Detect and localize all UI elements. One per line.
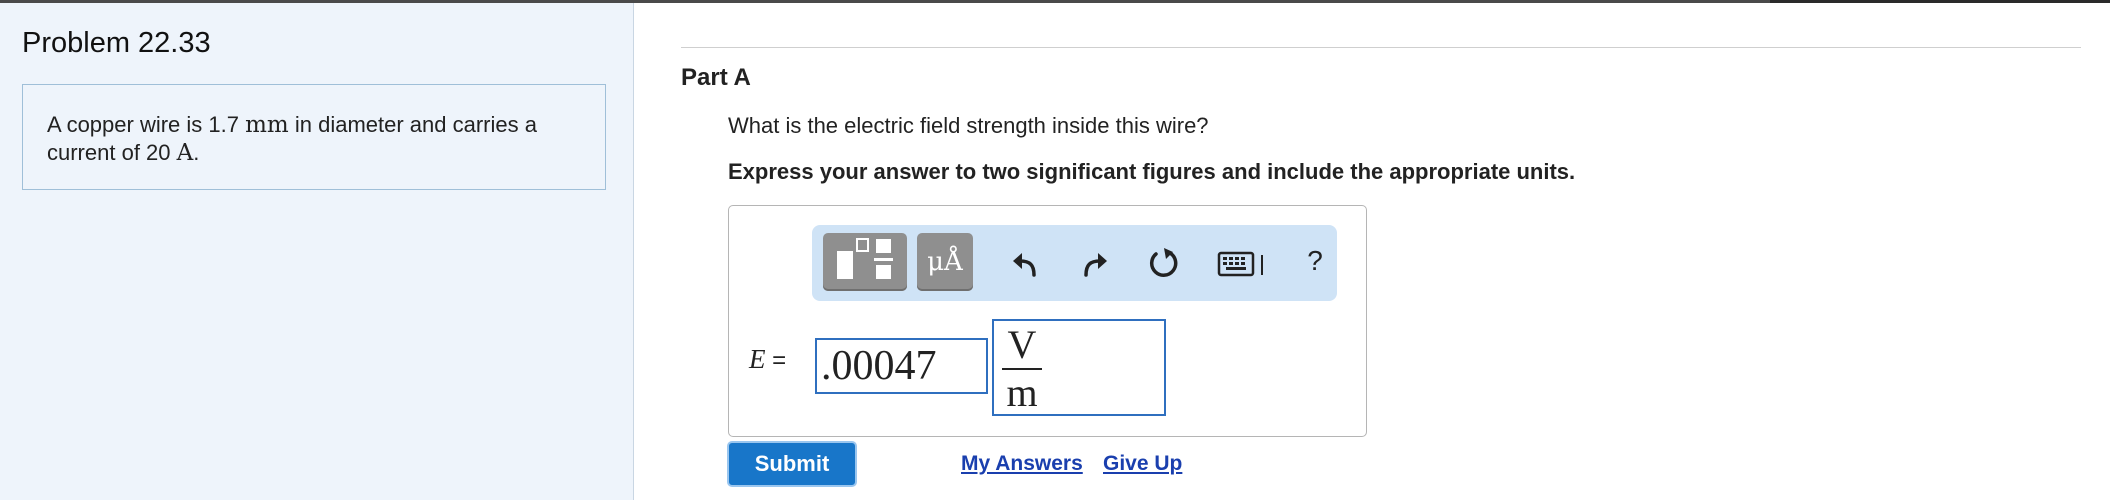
keyboard-icon[interactable] <box>1217 245 1269 281</box>
answer-box: μÅ ? E = .00047 V m <box>728 205 1367 437</box>
equals-sign: = <box>765 347 787 374</box>
templates-icon <box>837 238 893 279</box>
units-icon: μÅ <box>927 247 963 277</box>
equation-label: E = <box>749 344 786 375</box>
answer-unit-input[interactable]: V m <box>992 319 1166 416</box>
problem-panel: Problem 22.33 A copper wire is 1.7 mm in… <box>0 3 634 500</box>
unit-numerator: V <box>1007 322 1037 367</box>
part-title: Part A <box>681 64 751 91</box>
problem-statement: A copper wire is 1.7 mm in diameter and … <box>22 84 606 190</box>
answer-instruction: Express your answer to two significant f… <box>728 159 1576 184</box>
give-up-link[interactable]: Give Up <box>1103 452 1182 476</box>
reset-icon[interactable] <box>1146 245 1182 281</box>
diameter-unit: mm <box>245 112 289 138</box>
problem-title: Problem 22.33 <box>22 27 211 59</box>
answer-variable: E <box>749 344 766 374</box>
undo-icon[interactable] <box>1008 245 1044 281</box>
top-bar-accent <box>1770 0 2110 3</box>
answer-value-input[interactable]: .00047 <box>815 338 988 394</box>
problem-text-start: A copper wire is 1.7 <box>47 112 246 137</box>
current-unit: A <box>176 140 194 166</box>
section-divider <box>681 47 2081 48</box>
help-icon[interactable]: ? <box>1297 243 1333 279</box>
templates-button[interactable] <box>823 233 907 291</box>
units-button[interactable]: μÅ <box>917 233 973 291</box>
question-text: What is the electric field strength insi… <box>728 113 1209 138</box>
unit-denominator: m <box>1006 370 1038 415</box>
redo-icon[interactable] <box>1076 245 1112 281</box>
problem-text-end: . <box>193 140 200 165</box>
submit-button[interactable]: Submit <box>727 441 857 487</box>
my-answers-link[interactable]: My Answers <box>961 452 1083 476</box>
math-toolbar: μÅ ? <box>812 225 1337 301</box>
